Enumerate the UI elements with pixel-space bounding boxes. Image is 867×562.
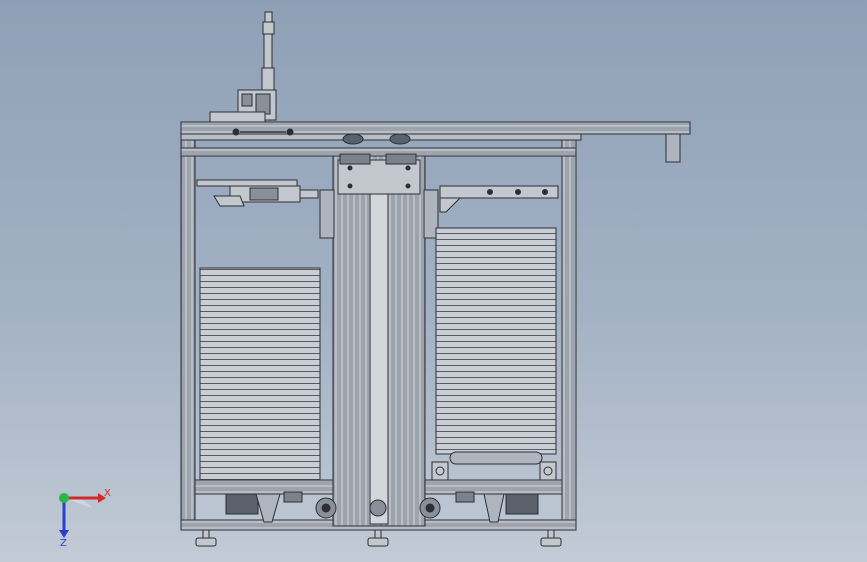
- z-axis-label: Z: [60, 538, 67, 548]
- right-tray-stack[interactable]: [431, 227, 557, 481]
- orientation-triad: X Z: [59, 488, 111, 548]
- z-axis-arrowhead: [59, 530, 69, 538]
- y-axis-origin: [59, 493, 69, 503]
- machine-front-view[interactable]: [0, 0, 867, 562]
- left-gripper-arm[interactable]: [196, 179, 335, 239]
- center-lift-column[interactable]: [332, 153, 426, 527]
- top-cylinder[interactable]: [209, 11, 277, 123]
- cad-viewport[interactable]: X Z: [0, 0, 867, 562]
- leveling-feet[interactable]: [195, 529, 562, 547]
- x-axis-label: X: [104, 488, 111, 499]
- left-tray-stack[interactable]: [199, 267, 321, 481]
